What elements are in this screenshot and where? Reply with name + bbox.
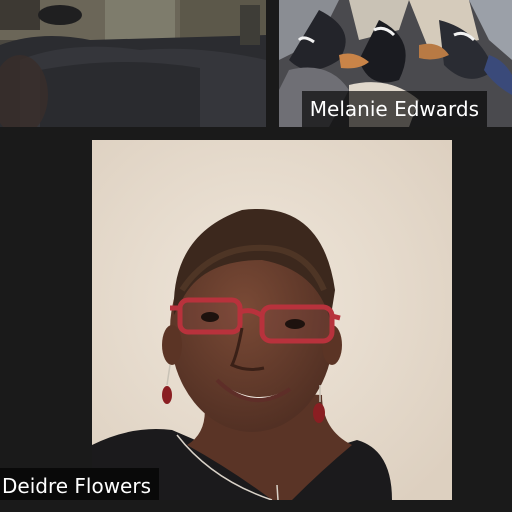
participant-name-label: Melanie Edwards [301,91,487,127]
person-video-feed [92,140,452,500]
participant-tile-2[interactable]: Melanie Edwards [279,0,512,127]
active-speaker-tile[interactable]: Deidre Flowers [0,140,512,500]
sofa-video-feed [0,0,266,127]
person-video-icon [92,140,452,500]
participant-name-label: Deidre Flowers [0,468,160,500]
video-call-gallery: Melanie Edwards Deidre Flowers [0,0,512,512]
participant-tile-1[interactable] [0,0,266,127]
